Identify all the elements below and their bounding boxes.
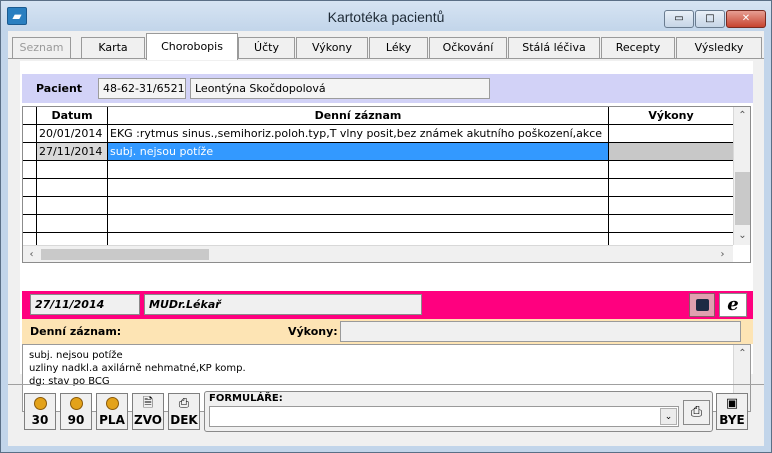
record-doctor-field[interactable]: MUDr.Lékař xyxy=(144,294,422,315)
forms-group: FORMULÁŘE: ⌄ ⎙ xyxy=(204,391,713,432)
window-title: Kartotéka pacientů xyxy=(327,9,445,25)
scroll-up-icon[interactable]: ⌃ xyxy=(735,346,750,361)
client-area: Seznam Karta Chorobopis Účty Výkony Léky… xyxy=(8,31,764,446)
lock-icon xyxy=(696,299,709,311)
e-button[interactable]: e xyxy=(719,293,747,317)
tab-ucty[interactable]: Účty xyxy=(238,37,295,58)
tab-divider xyxy=(8,58,764,59)
button-label: PLA xyxy=(99,413,125,427)
cell-entry: subj. nejsou potíže xyxy=(110,145,214,158)
cell-entry: EKG :rytmus sinus.,semihoriz.poloh.typ,T… xyxy=(110,127,606,140)
chorobopis-panel: Pacient 48-62-31/6521 Leontýna Skočdopol… xyxy=(20,61,753,412)
tab-ockovani[interactable]: Očkování xyxy=(429,37,507,58)
record-labels-bar: Denní záznam: Výkony: xyxy=(22,319,753,344)
print-button[interactable]: ⎙ xyxy=(683,400,710,425)
coin-90-button[interactable]: 90 xyxy=(60,393,92,430)
scroll-down-icon[interactable]: ⌄ xyxy=(735,228,750,243)
coin-icon xyxy=(25,394,55,412)
vertical-scroll-thumb[interactable] xyxy=(735,172,750,225)
selection-bg xyxy=(609,143,733,160)
daily-record-label: Denní záznam: xyxy=(30,325,122,338)
minimize-button[interactable]: ▭ xyxy=(664,10,694,28)
patient-name-field[interactable]: Leontýna Skočdopolová xyxy=(190,78,490,99)
dek-button[interactable]: ⎙ DEK xyxy=(168,393,200,430)
button-label: 90 xyxy=(67,413,85,427)
forms-label: FORMULÁŘE: xyxy=(209,393,283,404)
tab-seznam[interactable]: Seznam xyxy=(12,37,71,58)
coin-icon xyxy=(61,394,91,412)
horizontal-scroll-thumb[interactable] xyxy=(41,249,209,260)
coin-30-button[interactable]: 30 xyxy=(24,393,56,430)
tab-chorobopis[interactable]: Chorobopis xyxy=(146,33,238,60)
printer-icon: ⎙ xyxy=(690,404,703,420)
patient-label: Pacient xyxy=(36,82,83,95)
tab-recepty[interactable]: Recepty xyxy=(601,37,675,58)
button-label: BYE xyxy=(719,413,745,427)
scroll-up-icon[interactable]: ⌃ xyxy=(735,108,750,123)
chevron-down-icon[interactable]: ⌄ xyxy=(660,408,677,425)
tab-leky[interactable]: Léky xyxy=(369,37,428,58)
records-grid[interactable]: Datum Denní záznam Výkony 20/01/2014 EKG… xyxy=(22,106,751,263)
pla-button[interactable]: PLA xyxy=(96,393,128,430)
save-icon: ▣ xyxy=(725,396,739,411)
button-label: 30 xyxy=(31,413,49,427)
table-row-empty[interactable] xyxy=(23,197,733,215)
table-row-empty[interactable] xyxy=(23,179,733,197)
table-row[interactable]: 20/01/2014 EKG :rytmus sinus.,semihoriz.… xyxy=(23,125,733,143)
col-header-procedures[interactable]: Výkony xyxy=(609,109,733,122)
record-header-bar: 27/11/2014 12:07:40 MUDr.Lékař e xyxy=(22,291,753,330)
maximize-button[interactable]: □ xyxy=(695,10,725,28)
document-icon: 🗎 xyxy=(142,396,154,411)
table-row-empty[interactable] xyxy=(23,215,733,233)
cell-date: 27/11/2014 xyxy=(39,145,103,158)
grid-header: Datum Denní záznam Výkony xyxy=(23,107,733,125)
title-bar[interactable]: ▰ Kartotéka pacientů ▭ □ ✕ xyxy=(1,1,771,31)
cell-date: 20/01/2014 xyxy=(39,127,103,140)
main-window: ▰ Kartotéka pacientů ▭ □ ✕ Seznam Karta … xyxy=(0,0,772,453)
bye-button[interactable]: ▣ BYE xyxy=(716,393,748,430)
col-header-date[interactable]: Datum xyxy=(37,109,107,122)
scroll-right-icon[interactable]: › xyxy=(715,247,730,262)
tab-vysledky[interactable]: Výsledky xyxy=(676,37,762,58)
coin-icon xyxy=(97,394,127,412)
grid-vertical-scrollbar[interactable]: ⌃ ⌄ xyxy=(733,107,750,245)
toolbar-divider xyxy=(8,384,764,385)
tab-karta[interactable]: Karta xyxy=(81,37,145,58)
zvo-button[interactable]: 🗎 ZVO xyxy=(132,393,164,430)
record-datetime-field[interactable]: 27/11/2014 12:07:40 xyxy=(30,294,140,330)
table-row-selected[interactable]: 27/11/2014 subj. nejsou potíže xyxy=(23,143,733,161)
forms-select[interactable]: ⌄ xyxy=(209,406,679,427)
tab-bar: Seznam Karta Chorobopis Účty Výkony Léky… xyxy=(8,33,764,60)
note-line: uzliny nadkl.a axilárně nehmatné,KP komp… xyxy=(29,363,246,374)
procedures-field[interactable] xyxy=(340,321,741,342)
patient-id-field[interactable]: 48-62-31/6521 xyxy=(98,78,186,99)
tab-stala-leciva[interactable]: Stálá léčiva xyxy=(508,37,600,58)
button-label: ZVO xyxy=(134,413,162,427)
lock-button[interactable] xyxy=(689,293,715,317)
printer-icon: ⎙ xyxy=(178,396,190,411)
note-line: dg: stav po BCG xyxy=(29,376,110,387)
grid-horizontal-scrollbar[interactable]: ‹ › xyxy=(23,245,733,262)
note-line: subj. nejsou potíže xyxy=(29,350,123,361)
button-label: DEK xyxy=(170,413,198,427)
tab-vykony[interactable]: Výkony xyxy=(296,37,368,58)
procedures-label: Výkony: xyxy=(288,325,338,338)
patient-bar: Pacient 48-62-31/6521 Leontýna Skočdopol… xyxy=(22,74,753,103)
scroll-left-icon[interactable]: ‹ xyxy=(24,247,39,262)
close-button[interactable]: ✕ xyxy=(726,10,766,28)
table-row-empty[interactable] xyxy=(23,161,733,179)
col-header-entry[interactable]: Denní záznam xyxy=(108,109,608,122)
